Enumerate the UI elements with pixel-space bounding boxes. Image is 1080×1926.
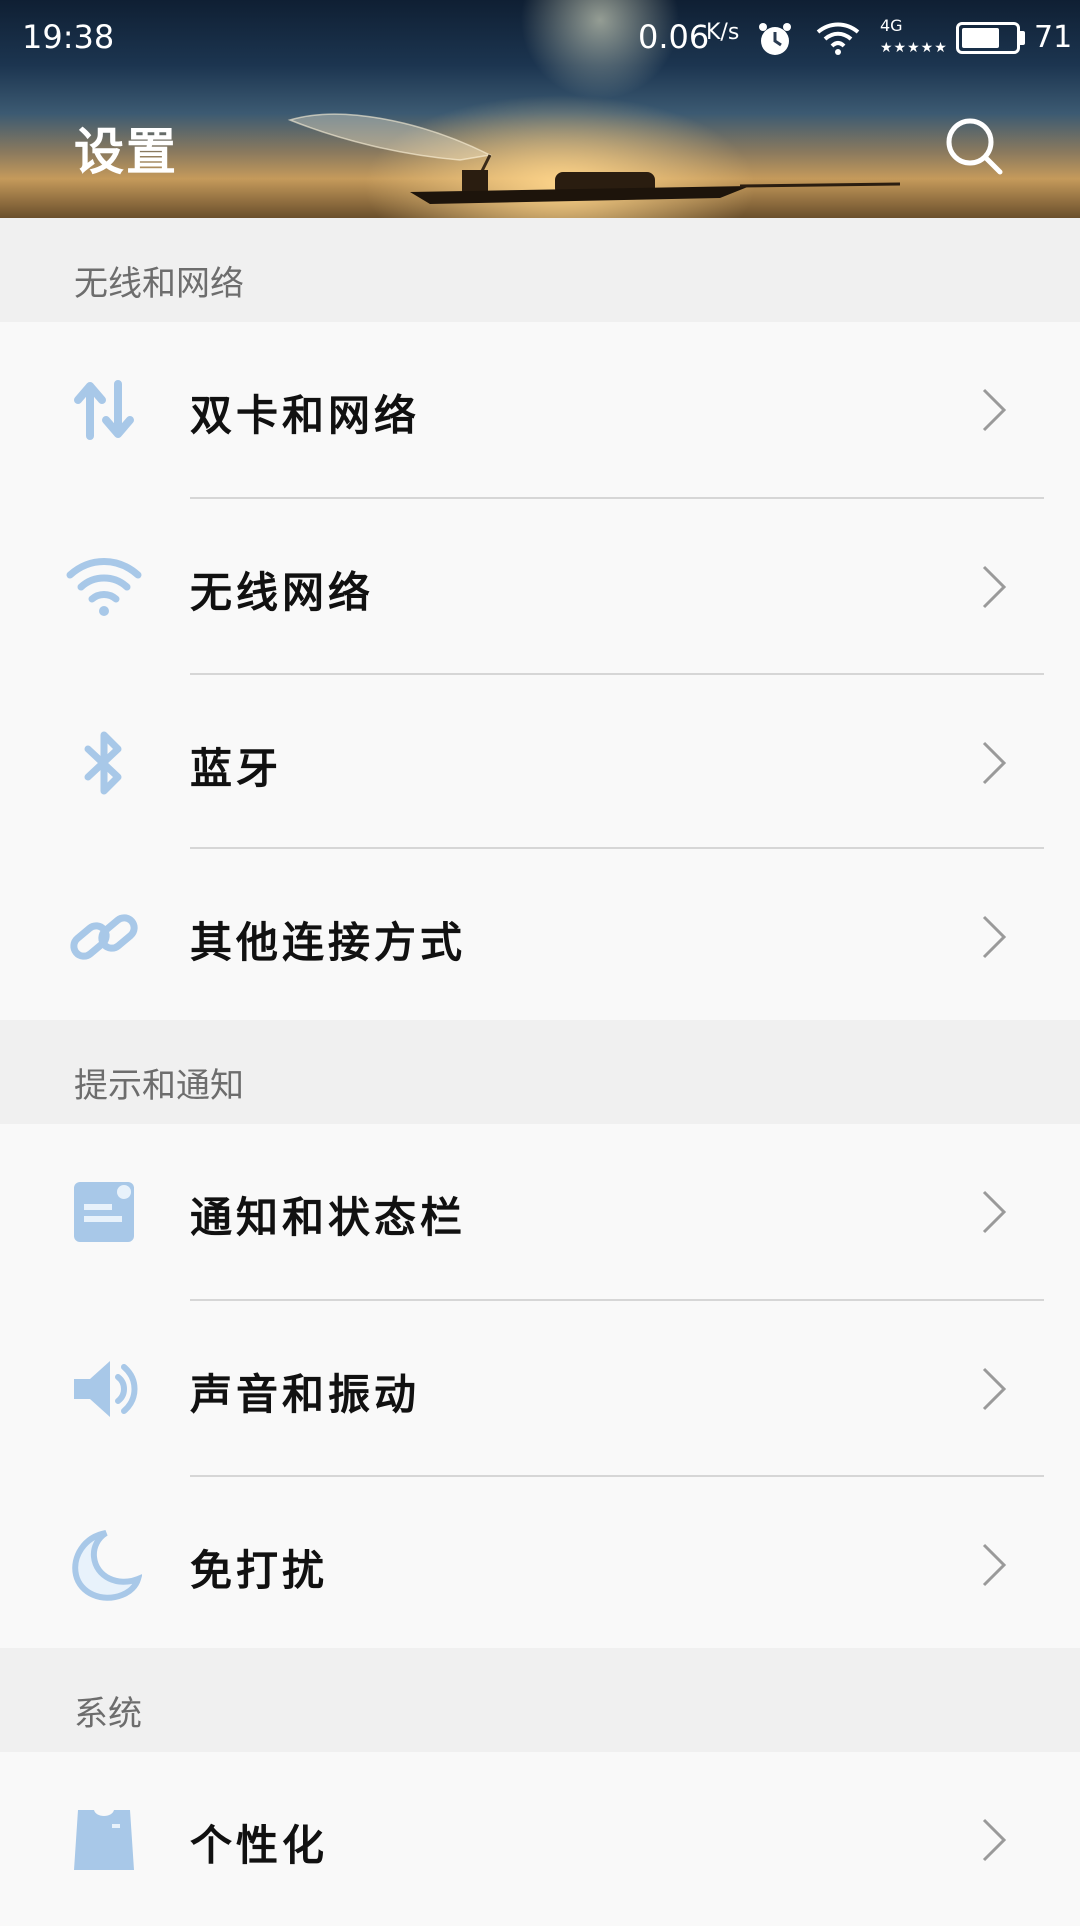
section-title: 提示和通知 [74, 1066, 244, 1106]
section-header-notifications: 提示和通知 [0, 1020, 1080, 1124]
dual-sim-data-icon [66, 372, 142, 448]
settings-item-bluetooth[interactable]: 蓝牙 [0, 675, 1080, 849]
battery-icon [956, 22, 1020, 54]
bluetooth-icon [66, 725, 142, 801]
settings-item-label: 免打扰 [190, 1546, 329, 1595]
search-icon[interactable] [944, 116, 1004, 176]
chevron-right-icon [978, 563, 1010, 611]
signal-strength-icon: ★★★★★ [880, 40, 948, 56]
settings-item-label: 其他连接方式 [190, 918, 467, 967]
header-banner: 19:38 0.06 K/s 4G ★★★★★ 71 设置 [0, 0, 1080, 218]
settings-item-dual-sim[interactable]: 双卡和网络 [0, 322, 1080, 496]
settings-item-do-not-disturb[interactable]: 免打扰 [0, 1477, 1080, 1651]
section-header-wireless: 无线和网络 [0, 218, 1080, 322]
section-title: 系统 [74, 1694, 142, 1734]
settings-item-notifications-status-bar[interactable]: 通知和状态栏 [0, 1124, 1080, 1298]
chevron-right-icon [978, 1541, 1010, 1589]
settings-item-other-connections[interactable]: 其他连接方式 [0, 849, 1080, 1023]
battery-level: 71 [1034, 20, 1073, 55]
section-title: 无线和网络 [74, 264, 244, 304]
settings-item-sound-vibration[interactable]: 声音和振动 [0, 1301, 1080, 1475]
network-speed: 0.06 [638, 18, 710, 56]
speaker-icon [66, 1351, 142, 1427]
network-type: 4G [880, 16, 903, 35]
settings-item-label: 无线网络 [190, 568, 375, 617]
notification-icon [66, 1174, 142, 1250]
battery-tip [1020, 31, 1025, 45]
link-icon [66, 899, 142, 975]
wifi-icon [66, 549, 142, 625]
tshirt-icon [66, 1802, 142, 1878]
settings-item-label: 双卡和网络 [190, 391, 421, 440]
chevron-right-icon [978, 913, 1010, 961]
chevron-right-icon [978, 1188, 1010, 1236]
chevron-right-icon [978, 739, 1010, 787]
chevron-right-icon [978, 1365, 1010, 1413]
network-speed-unit: K/s [706, 20, 740, 45]
status-bar: 19:38 0.06 K/s 4G ★★★★★ 71 [0, 0, 1080, 80]
chevron-right-icon [978, 1816, 1010, 1864]
page-title: 设置 [74, 123, 178, 181]
settings-item-wlan[interactable]: 无线网络 [0, 499, 1080, 673]
settings-item-label: 个性化 [190, 1821, 329, 1870]
alarm-clock-icon [756, 20, 794, 58]
chevron-right-icon [978, 386, 1010, 434]
settings-item-label: 声音和振动 [190, 1370, 421, 1419]
settings-item-personalization[interactable]: 个性化 [0, 1752, 1080, 1926]
settings-item-label: 通知和状态栏 [190, 1193, 467, 1242]
settings-item-label: 蓝牙 [190, 744, 283, 793]
moon-icon [66, 1527, 142, 1603]
fishing-boat-illustration [280, 100, 920, 212]
status-time: 19:38 [22, 18, 115, 56]
section-header-system: 系统 [0, 1648, 1080, 1752]
wifi-status-icon [815, 20, 861, 58]
